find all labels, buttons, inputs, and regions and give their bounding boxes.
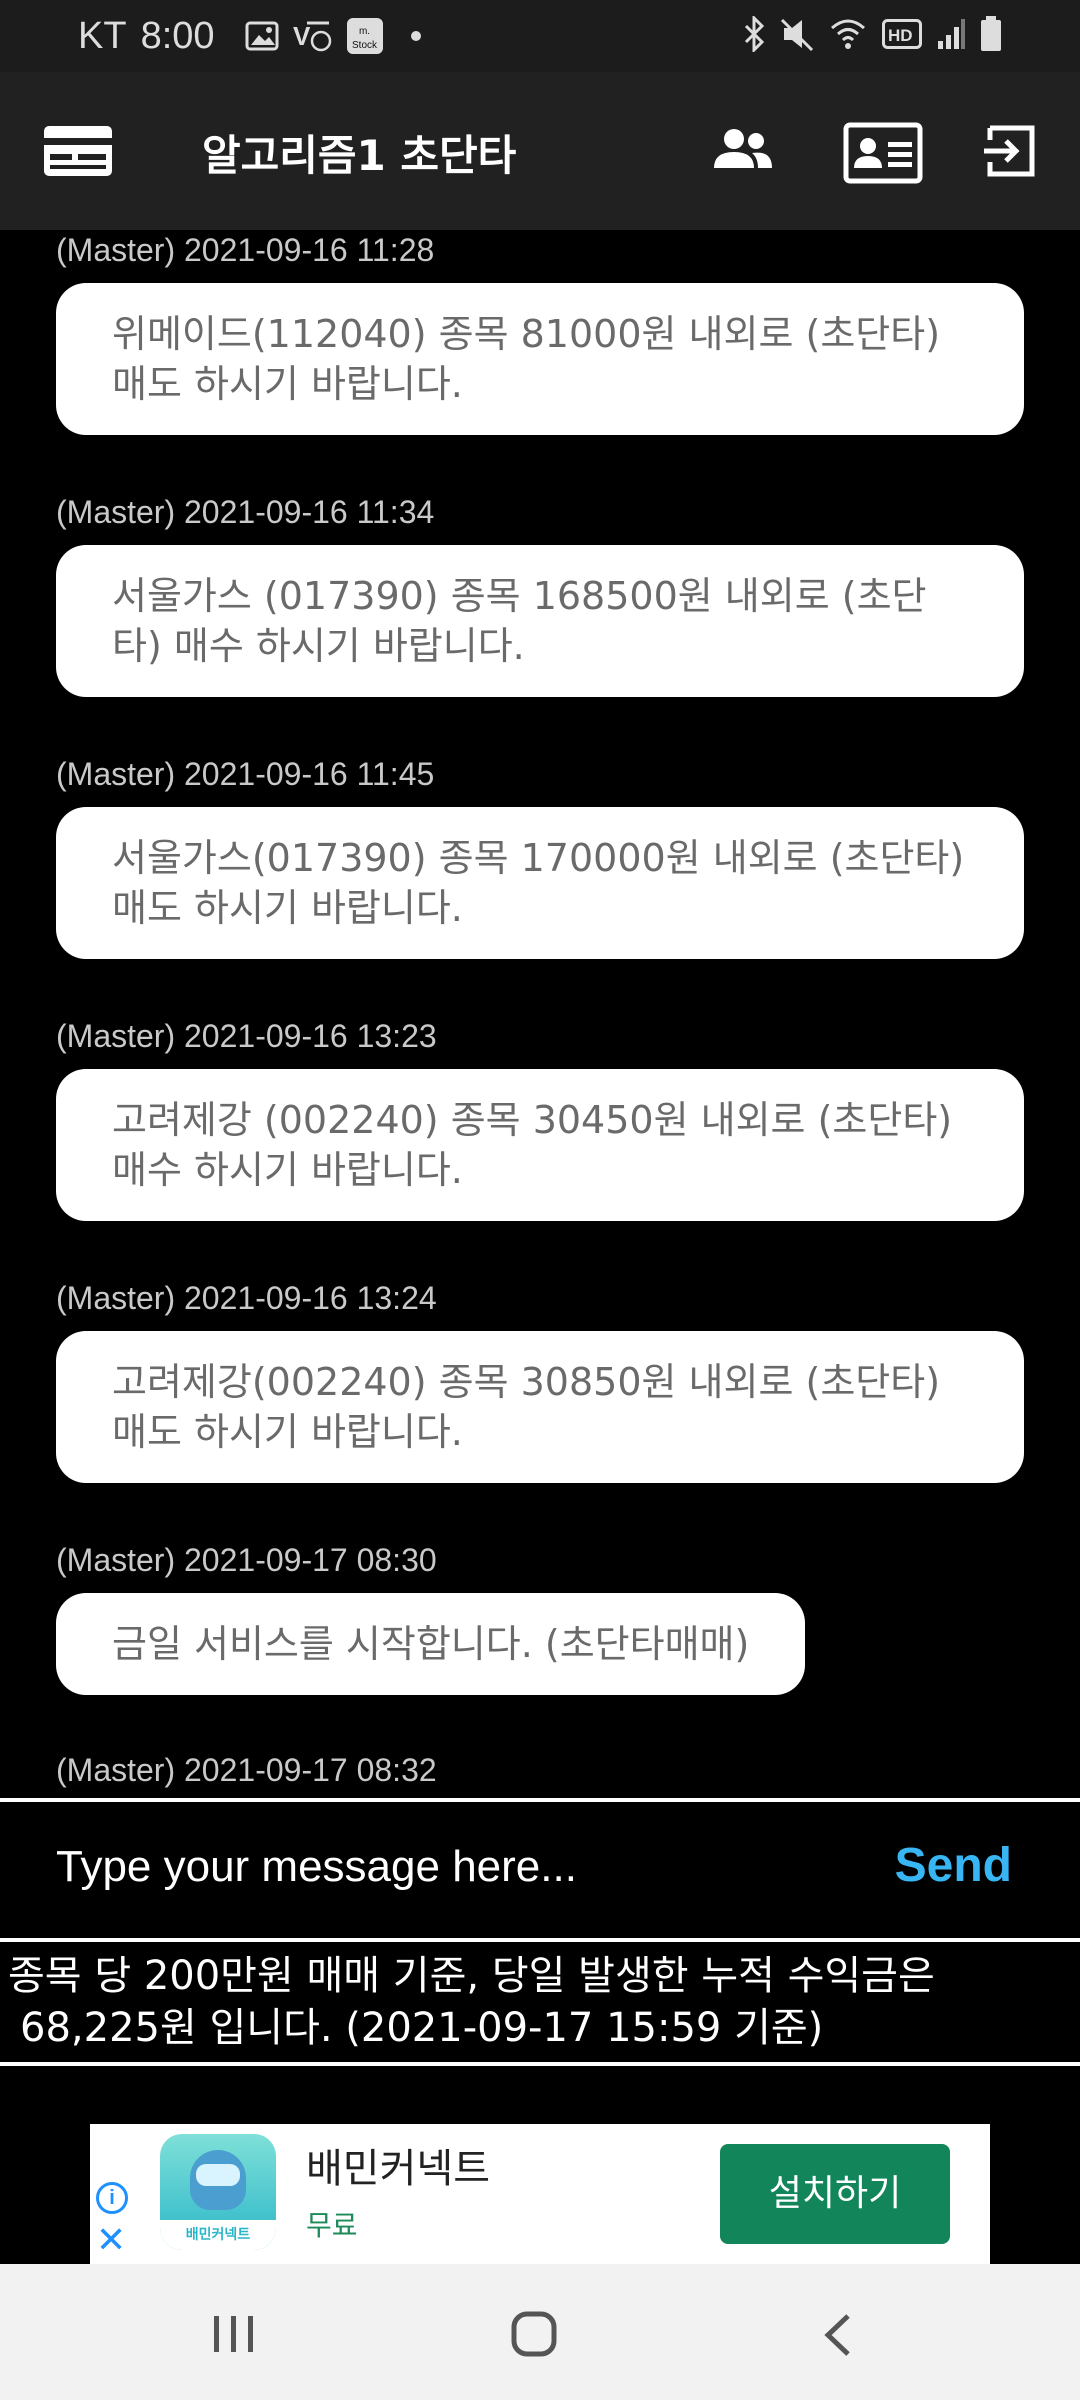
chat-message: (Master) 2021-09-16 13:24 고려제강(002240) 종… [56, 1280, 1024, 1483]
svg-text:V: V [293, 21, 311, 51]
system-nav-bar [0, 2264, 1080, 2400]
ad-app-logo: 배민커넥트 [160, 2134, 276, 2250]
app-bar: 알고리즘1 초단타 [0, 72, 1080, 230]
message-meta: (Master) 2021-09-16 11:34 [56, 494, 435, 530]
chat-message: (Master) 2021-09-16 11:34 서울가스 (017390) … [56, 494, 1024, 697]
summary-line: 종목 당 200만원 매매 기준, 당일 발생한 누적 수익금은 [8, 1953, 935, 1999]
signal-icon [938, 19, 965, 49]
message-meta: (Master) 2021-09-16 13:24 [56, 1280, 437, 1316]
chat-message: (Master) 2021-09-17 08:32 [56, 1752, 437, 1789]
message-bubble: 금일 서비스를 시작합니다. (초단타매매) [56, 1593, 806, 1695]
message-meta: (Master) 2021-09-16 11:28 [56, 232, 435, 268]
chat-list[interactable]: (Master) 2021-09-16 11:28 위메이드(112040) 종… [0, 230, 1080, 1798]
ad-logo-text: 배민커넥트 [160, 2220, 276, 2250]
divider [0, 1938, 1080, 1942]
hd-icon: HD [882, 19, 922, 49]
mute-icon [780, 18, 814, 52]
message-bubble: 고려제강(002240) 종목 30850원 내외로 (초단타) 매도 하시기 … [56, 1331, 1024, 1483]
profit-summary: 종목 당 200만원 매매 기준, 당일 발생한 누적 수익금은 68,225원… [8, 1950, 1068, 2054]
message-meta: (Master) 2021-09-17 08:30 [56, 1542, 437, 1578]
install-button[interactable]: 설치하기 [720, 2144, 950, 2244]
message-composer: Send [0, 1802, 1080, 1936]
wifi-icon [831, 19, 865, 49]
status-bar: KT 8:00 V m. Stock HD [0, 0, 1080, 72]
back-icon[interactable] [822, 2312, 854, 2358]
stock-app-icon: m. Stock [346, 18, 383, 54]
message-input[interactable] [56, 1832, 836, 1902]
home-icon[interactable] [510, 2310, 558, 2358]
ad-banner[interactable]: i ✕ 배민커넥트 배민커넥트 무료 설치하기 [90, 2124, 990, 2264]
carrier-label: KT [78, 14, 127, 57]
volte-icon: V [293, 21, 331, 52]
message-meta: (Master) 2021-09-16 11:45 [56, 756, 435, 792]
message-bubble: 고려제강 (002240) 종목 30450원 내외로 (초단타) 매수 하시기… [56, 1069, 1024, 1221]
ad-app-name: 배민커넥트 [306, 2146, 490, 2192]
send-button[interactable]: Send [895, 1838, 1012, 1893]
chat-message: (Master) 2021-09-16 11:45 서울가스(017390) 종… [56, 756, 1024, 959]
chat-message: (Master) 2021-09-16 11:28 위메이드(112040) 종… [56, 232, 1024, 435]
recents-icon[interactable] [212, 2314, 256, 2354]
hd-label: HD [888, 26, 913, 45]
bluetooth-icon [744, 16, 765, 52]
message-bubble: 서울가스 (017390) 종목 168500원 내외로 (초단타) 매수 하시… [56, 545, 1024, 697]
clock: 8:00 [140, 14, 215, 57]
message-meta: (Master) 2021-09-16 13:23 [56, 1018, 437, 1054]
message-bubble: 서울가스(017390) 종목 170000원 내외로 (초단타) 매도 하시기… [56, 807, 1024, 959]
logout-icon[interactable] [982, 124, 1038, 178]
summary-line: 68,225원 입니다. (2021-09-17 15:59 기준) [20, 2005, 824, 2051]
chat-message: (Master) 2021-09-17 08:30 금일 서비스를 시작합니다.… [56, 1542, 806, 1695]
message-bubble: 위메이드(112040) 종목 81000원 내외로 (초단타) 매도 하시기 … [56, 283, 1024, 435]
profile-card-icon[interactable] [843, 122, 923, 184]
ad-info-icon[interactable]: i [96, 2182, 128, 2214]
chat-message: (Master) 2021-09-16 13:23 고려제강 (002240) … [56, 1018, 1024, 1221]
image-icon [245, 21, 279, 51]
divider [0, 2062, 1080, 2066]
notification-dot-icon [410, 31, 421, 41]
ad-close-icon[interactable]: ✕ [96, 2222, 126, 2258]
message-meta: (Master) 2021-09-17 08:32 [56, 1752, 437, 1788]
ad-price: 무료 [306, 2209, 358, 2242]
card-menu-icon[interactable] [42, 124, 114, 178]
battery-icon [981, 16, 1001, 51]
users-icon[interactable] [712, 128, 774, 170]
page-title: 알고리즘1 초단타 [202, 131, 517, 180]
